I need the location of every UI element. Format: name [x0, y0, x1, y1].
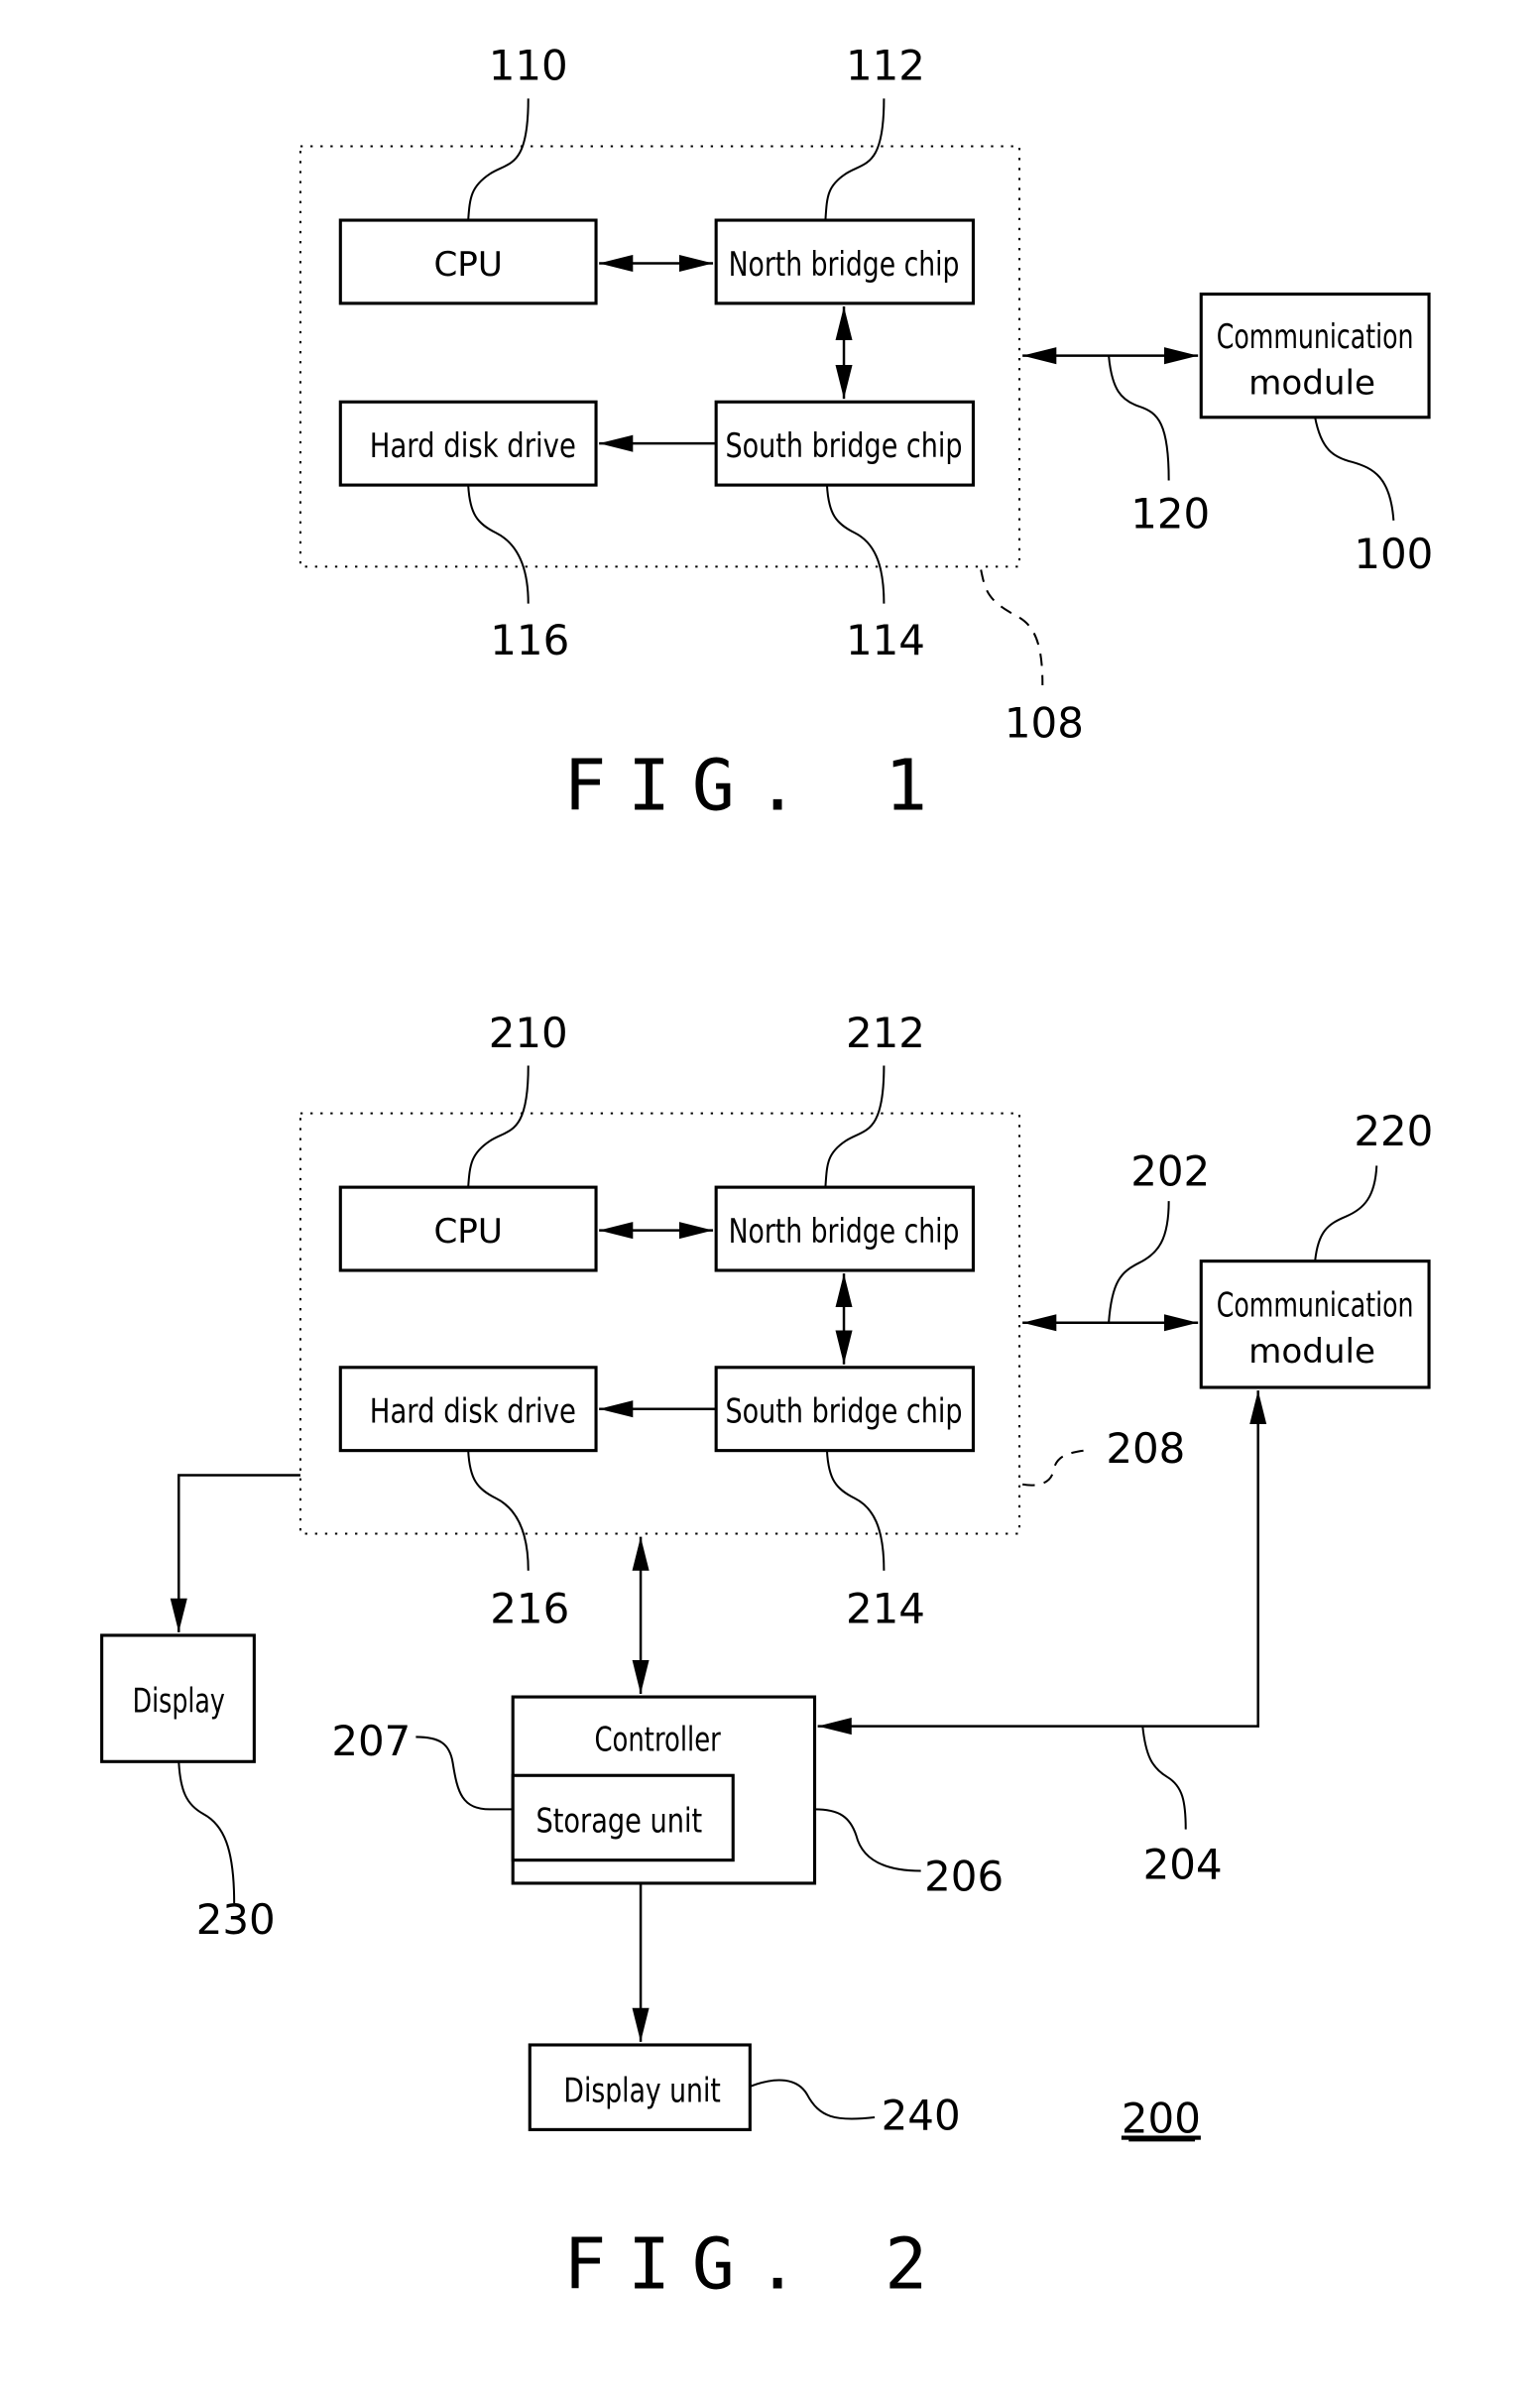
controller-label: Controller — [594, 1720, 721, 1759]
figure-1: CPU North bridge chip Hard disk drive So… — [298, 42, 1433, 827]
computer-boundary — [298, 1112, 1021, 1535]
ref-120: 120 — [1130, 490, 1210, 539]
ref-100: 100 — [1354, 530, 1433, 578]
display-block: Display — [100, 1633, 256, 1763]
display-unit-label: Display unit — [563, 2071, 720, 2110]
leader-114 — [825, 485, 886, 604]
ref-210: 210 — [489, 1009, 568, 1057]
ref-207: 207 — [331, 1717, 411, 1765]
ref-206: 206 — [924, 1853, 1004, 1901]
leader-108 — [980, 569, 1044, 685]
hdd-block: Hard disk drive — [338, 1366, 598, 1453]
leader-120 — [1108, 355, 1170, 481]
north-bridge-block: North bridge chip — [714, 1185, 976, 1272]
ref-240: 240 — [882, 2091, 961, 2139]
leader-116 — [467, 485, 530, 604]
ref-112: 112 — [846, 42, 925, 90]
hdd-label: Hard disk drive — [370, 1392, 576, 1432]
leader-220 — [1314, 1165, 1378, 1261]
controller-block: Controller Storage unit — [511, 1695, 817, 1885]
ref-116: 116 — [490, 616, 569, 664]
comm-module-block: Communication module — [1199, 293, 1431, 419]
ref-202: 202 — [1130, 1147, 1210, 1196]
comm-label-line2: module — [1248, 1332, 1375, 1372]
hdd-block: Hard disk drive — [338, 400, 598, 487]
leader-110 — [467, 98, 530, 221]
figure-1-caption: FIG. 1 — [563, 745, 948, 827]
north-bridge-label: North bridge chip — [729, 245, 960, 285]
leader-216 — [467, 1450, 530, 1571]
north-bridge-block: North bridge chip — [714, 218, 976, 305]
leader-212 — [824, 1065, 886, 1188]
system-ref-200: 200 — [1122, 2094, 1201, 2142]
hdd-label: Hard disk drive — [370, 426, 576, 466]
computer-boundary — [298, 145, 1021, 568]
display-unit-block: Display unit — [528, 2043, 752, 2131]
storage-unit-label: Storage unit — [535, 1802, 702, 1842]
leader-230 — [178, 1761, 236, 1904]
cpu-label: CPU — [433, 245, 502, 285]
south-bridge-block: South bridge chip — [714, 1366, 976, 1453]
comm-label-line2: module — [1248, 363, 1375, 403]
leader-112 — [824, 98, 886, 221]
south-bridge-label: South bridge chip — [725, 426, 962, 466]
south-bridge-label: South bridge chip — [725, 1392, 962, 1432]
display-label: Display — [133, 1682, 225, 1722]
figure-2: CPU North bridge chip Hard disk drive So… — [100, 1009, 1433, 2305]
ref-230: 230 — [196, 1895, 276, 1944]
computer-display-arrow — [170, 1474, 300, 1632]
leader-100 — [1314, 417, 1395, 521]
ref-216: 216 — [490, 1585, 569, 1633]
cpu-label: CPU — [433, 1212, 502, 1252]
leader-202 — [1108, 1201, 1170, 1323]
leader-207 — [415, 1736, 514, 1811]
leader-214 — [825, 1450, 886, 1571]
comm-module-block: Communication module — [1199, 1259, 1431, 1389]
figure-2-caption: FIG. 2 — [563, 2222, 948, 2305]
ref-110: 110 — [489, 42, 568, 90]
cpu-block: CPU — [338, 1185, 598, 1272]
comm-label-line1: Communication — [1217, 1286, 1414, 1326]
south-bridge-block: South bridge chip — [714, 400, 976, 487]
comm-label-line1: Communication — [1217, 317, 1414, 357]
ref-108: 108 — [1005, 699, 1084, 748]
leader-206 — [814, 1808, 921, 1872]
ref-204: 204 — [1143, 1840, 1223, 1888]
patent-drawing: CPU North bridge chip Hard disk drive So… — [100, 42, 1433, 2305]
ref-220: 220 — [1354, 1107, 1433, 1155]
ref-212: 212 — [846, 1009, 925, 1057]
north-bridge-label: North bridge chip — [729, 1212, 960, 1252]
leader-208 — [1021, 1449, 1085, 1487]
ref-114: 114 — [846, 616, 925, 664]
ref-214: 214 — [846, 1585, 925, 1633]
leader-204 — [1141, 1726, 1187, 1830]
cpu-block: CPU — [338, 218, 598, 305]
leader-240 — [749, 2079, 876, 2120]
ref-208: 208 — [1106, 1424, 1185, 1473]
leader-210 — [467, 1065, 530, 1188]
